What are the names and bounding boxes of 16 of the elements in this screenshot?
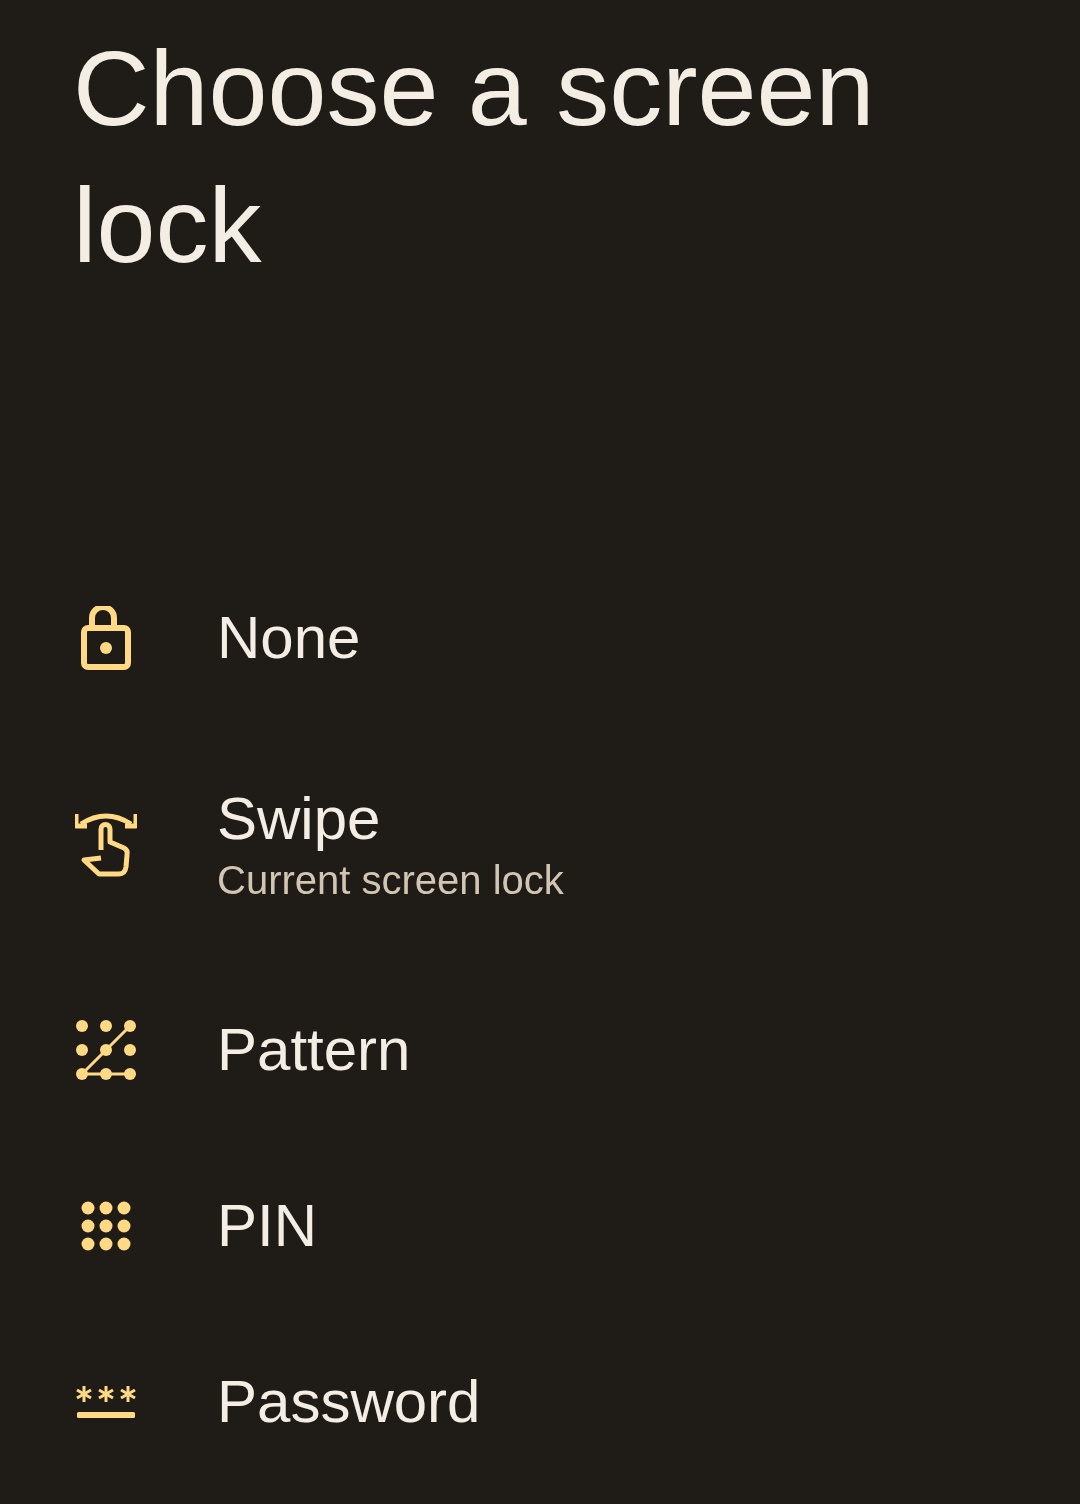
masked-password-icon — [75, 1384, 136, 1420]
lock-option[interactable]: None — [0, 550, 1080, 726]
lock-option[interactable]: Swipe Current screen lock — [0, 726, 1080, 962]
pattern-grid-icon — [74, 1019, 137, 1081]
option-summary: Current screen lock — [217, 857, 564, 904]
option-label: Pattern — [217, 1015, 411, 1085]
swipe-hand-icon — [74, 810, 137, 878]
option-label: None — [217, 603, 361, 673]
option-label: Swipe — [217, 784, 382, 854]
option-label: PIN — [217, 1191, 318, 1261]
lock-option[interactable]: Password — [0, 1314, 1080, 1490]
lock-option[interactable]: Pattern — [0, 962, 1080, 1138]
option-label: Password — [217, 1367, 481, 1437]
keypad-dots-icon — [80, 1201, 131, 1251]
lock-option[interactable]: PIN — [0, 1138, 1080, 1314]
page-title: Choose a screen lock — [73, 28, 876, 286]
